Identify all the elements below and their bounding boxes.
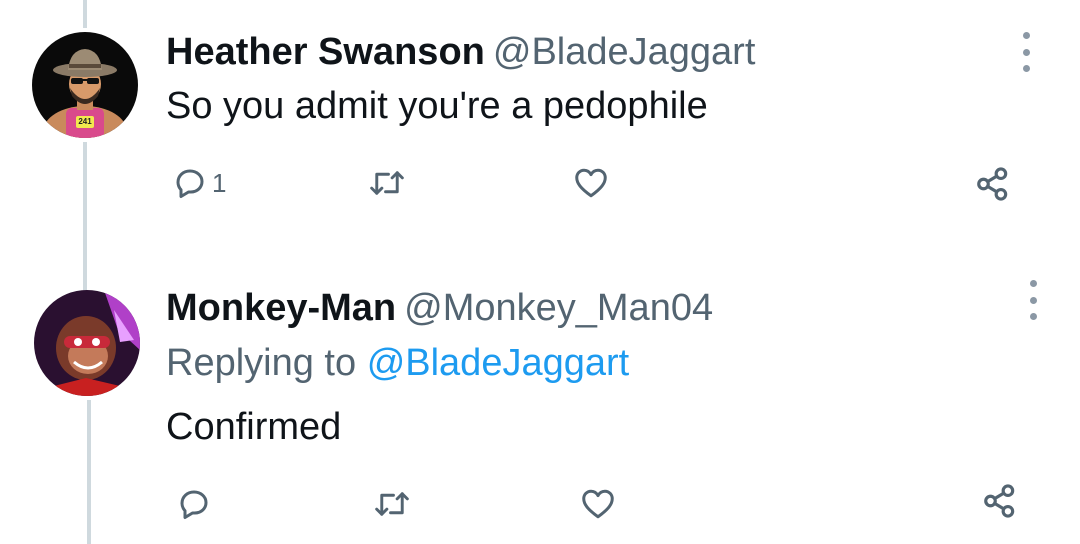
avatar[interactable]: 241 — [32, 32, 138, 138]
more-options-icon — [1029, 280, 1037, 287]
avatar[interactable] — [34, 290, 140, 396]
tweet-heather-swanson[interactable]: 241 Heather Swanson @BladeJaggart So you … — [0, 0, 1080, 270]
user-handle[interactable]: @Monkey_Man04 — [404, 287, 713, 329]
reply-button[interactable] — [176, 486, 212, 522]
share-button[interactable] — [981, 482, 1019, 520]
tweet-thread: 241 Heather Swanson @BladeJaggart So you … — [0, 0, 1080, 544]
retweet-button[interactable] — [373, 486, 411, 522]
like-button[interactable] — [579, 486, 617, 522]
share-button[interactable] — [974, 165, 1012, 203]
more-dot — [1022, 48, 1030, 56]
user-name-row: Heather Swanson @BladeJaggart — [166, 30, 755, 74]
retweet-icon — [375, 492, 409, 516]
tweet-monkey-man[interactable]: Monkey-Man @Monkey_Man04 Replying to @Bla… — [0, 270, 1080, 544]
reply-icon — [176, 169, 204, 198]
more-dot — [1029, 296, 1037, 304]
replying-to-handle[interactable]: @BladeJaggart — [367, 342, 630, 384]
reply-button[interactable]: 1 — [172, 165, 226, 201]
like-button[interactable] — [572, 165, 610, 201]
monkey-cartoon-avatar-icon — [34, 290, 140, 396]
replying-to-prefix: Replying to — [166, 342, 357, 384]
share-icon — [984, 484, 1015, 518]
retweet-icon — [370, 171, 404, 195]
tweet-text: Confirmed — [166, 406, 342, 448]
user-name-row: Monkey-Man @Monkey_Man04 — [166, 286, 713, 330]
more-options-button[interactable] — [1011, 32, 1041, 72]
share-icon — [977, 167, 1008, 201]
like-icon — [575, 168, 607, 198]
replying-to-line: Replying to @BladeJaggart — [166, 340, 629, 386]
more-options-icon — [1022, 32, 1030, 39]
more-dot — [1022, 65, 1030, 72]
tweet-text: So you admit you're a pedophile — [166, 85, 708, 127]
more-dot — [1029, 313, 1037, 320]
more-options-button[interactable] — [1018, 280, 1048, 320]
like-icon — [582, 489, 614, 519]
display-name[interactable]: Monkey-Man — [166, 287, 396, 329]
avatar-shirt-text: 241 — [78, 117, 92, 126]
reply-icon — [180, 490, 208, 519]
reply-count: 1 — [212, 167, 227, 198]
display-name[interactable]: Heather Swanson — [166, 31, 485, 73]
retweet-button[interactable] — [368, 165, 406, 201]
user-handle[interactable]: @BladeJaggart — [493, 31, 756, 73]
